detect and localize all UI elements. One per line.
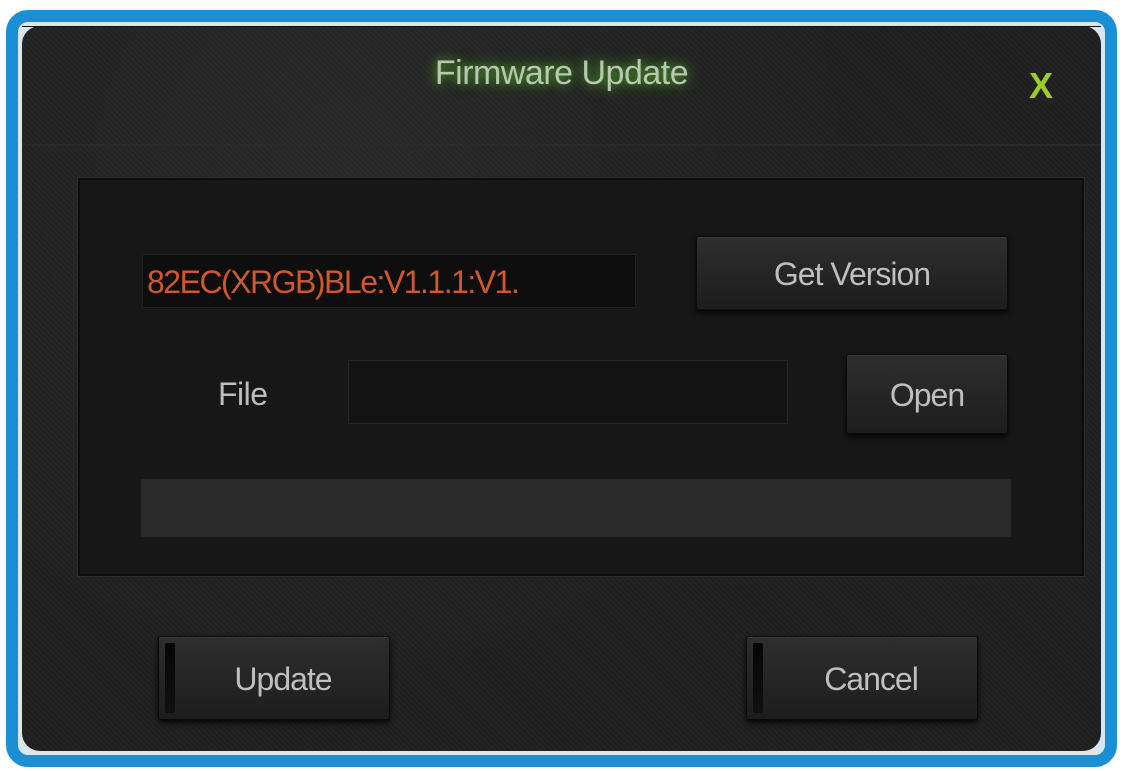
update-button[interactable]: Update: [158, 636, 390, 720]
cancel-button[interactable]: Cancel: [746, 636, 978, 720]
dialog-body: Firmware Update X 82EC(XRGB)BLe:V1.1.1:V…: [22, 26, 1101, 751]
firmware-panel: 82EC(XRGB)BLe:V1.1.1:V1. Get Version Fil…: [78, 178, 1084, 576]
file-path-input[interactable]: [348, 360, 788, 424]
title-bar: Firmware Update X: [22, 26, 1101, 146]
dialog-title: Firmware Update: [434, 54, 689, 92]
open-button[interactable]: Open: [846, 354, 1008, 434]
close-icon[interactable]: X: [1023, 68, 1059, 104]
file-label: File: [218, 376, 268, 412]
button-stripe: [753, 643, 763, 713]
update-button-label: Update: [234, 661, 332, 697]
get-version-button[interactable]: Get Version: [696, 236, 1008, 310]
version-display: 82EC(XRGB)BLe:V1.1.1:V1.: [142, 254, 636, 308]
firmware-update-dialog: Firmware Update X 82EC(XRGB)BLe:V1.1.1:V…: [6, 10, 1117, 767]
progress-bar: [140, 478, 1012, 538]
cancel-button-label: Cancel: [824, 661, 919, 697]
button-stripe: [165, 643, 175, 713]
